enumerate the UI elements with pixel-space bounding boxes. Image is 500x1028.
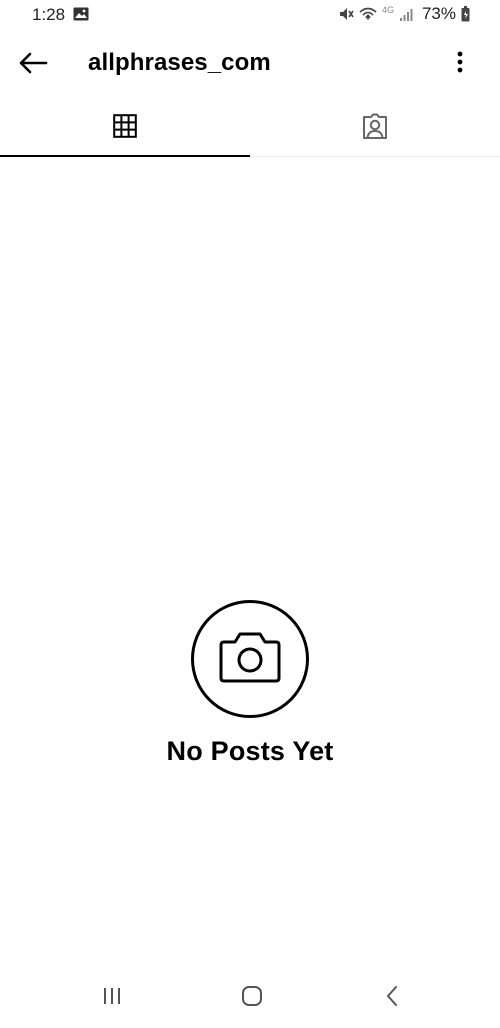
- more-vertical-icon: [457, 51, 463, 78]
- battery-percent: 73%: [421, 4, 456, 23]
- mute-icon: [338, 6, 354, 22]
- camera-icon: [218, 630, 282, 689]
- more-options-button[interactable]: [448, 49, 472, 79]
- status-bar: 1:28 4G 73%: [0, 0, 500, 32]
- arrow-left-icon: [18, 52, 48, 79]
- back-icon: [384, 985, 400, 1012]
- empty-state-title: No Posts Yet: [166, 736, 334, 766]
- camera-circle: [191, 600, 309, 718]
- system-back-button[interactable]: [372, 984, 412, 1012]
- status-icons: 4G 73%: [338, 4, 470, 24]
- gallery-notification-icon: [73, 7, 89, 21]
- empty-state: No Posts Yet: [0, 600, 500, 767]
- recent-apps-button[interactable]: [92, 984, 132, 1012]
- signal-icon: [399, 6, 415, 22]
- system-nav-bar: [0, 978, 500, 1018]
- network-type-label: 4G: [381, 5, 394, 15]
- profile-tabs: [0, 100, 500, 157]
- tagged-person-icon: [361, 112, 389, 145]
- battery-icon: [461, 6, 470, 22]
- home-icon: [241, 985, 263, 1012]
- wifi-icon: [359, 6, 377, 22]
- grid-icon: [113, 113, 137, 143]
- app-bar: allphrases_com: [0, 32, 500, 96]
- home-button[interactable]: [232, 984, 272, 1012]
- recent-apps-icon: [101, 986, 123, 1011]
- status-time: 1:28: [32, 5, 66, 24]
- back-button[interactable]: [16, 48, 50, 82]
- tab-tagged[interactable]: [250, 100, 500, 156]
- page-title: allphrases_com: [88, 49, 271, 76]
- tab-grid[interactable]: [0, 100, 250, 157]
